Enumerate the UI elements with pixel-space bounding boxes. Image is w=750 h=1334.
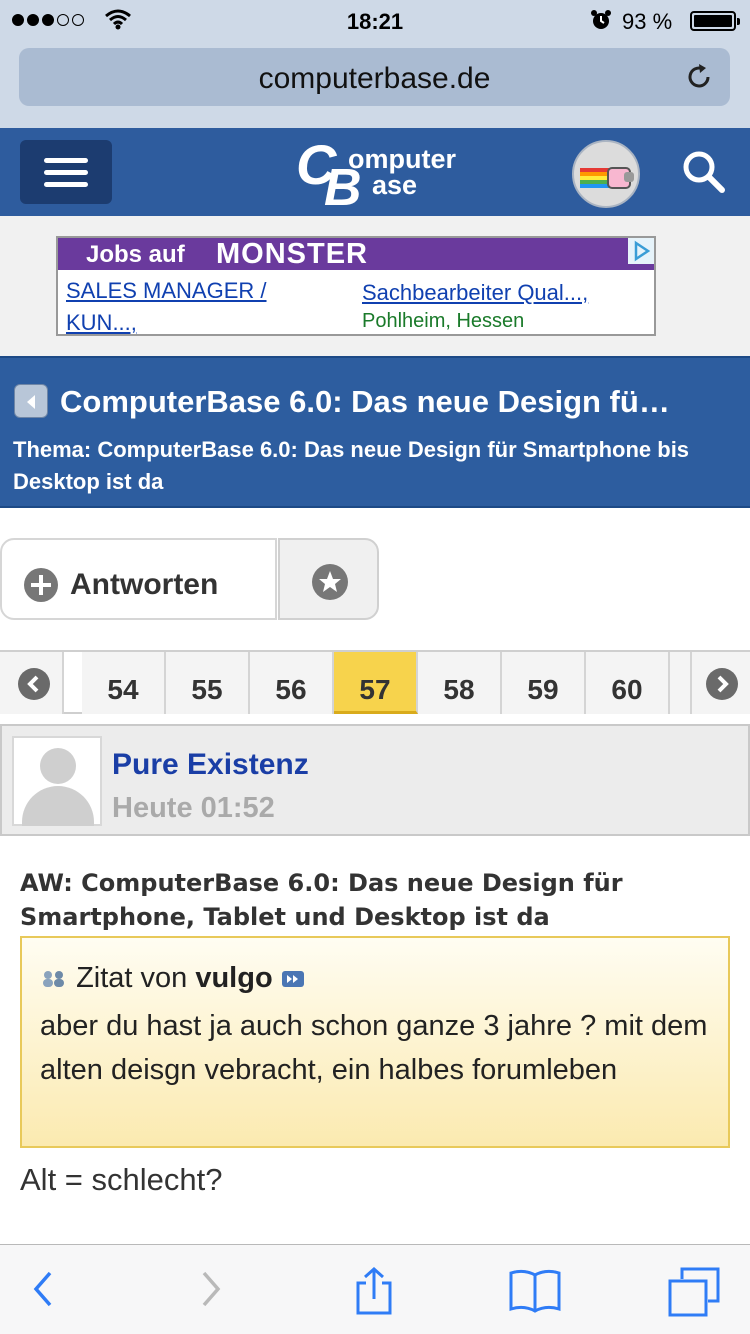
- search-icon[interactable]: [680, 148, 728, 201]
- monster-ad[interactable]: Jobs auf MONSTER SALES MANAGER / KUN...,…: [56, 236, 656, 336]
- menu-button[interactable]: [20, 140, 112, 204]
- ad-zone: Jobs auf MONSTER SALES MANAGER / KUN...,…: [0, 216, 750, 356]
- browser-url-area: computerbase.de: [0, 40, 750, 128]
- page-59[interactable]: 59: [502, 652, 586, 714]
- pagination: 54 55 56 57 58 59 60: [0, 650, 750, 714]
- plus-icon: [24, 568, 58, 602]
- post-body: Alt = schlecht?: [20, 1162, 223, 1197]
- quote-icon: [40, 962, 76, 994]
- reload-icon[interactable]: [684, 62, 714, 97]
- share-icon[interactable]: [352, 1266, 396, 1322]
- battery-percent: 93 %: [622, 9, 673, 34]
- ad-location: Pohlheim, Hessen: [362, 310, 525, 332]
- adchoices-icon[interactable]: [628, 238, 654, 264]
- url-text: computerbase.de: [258, 62, 491, 95]
- ad-banner: Jobs auf MONSTER: [58, 238, 654, 270]
- post-date: Heute 01:52: [112, 792, 275, 824]
- ad-link-sales-manager-cont[interactable]: KUN...,: [66, 310, 137, 336]
- page-56[interactable]: 56: [250, 652, 334, 714]
- address-bar[interactable]: computerbase.de: [19, 48, 730, 106]
- page-58[interactable]: 58: [418, 652, 502, 714]
- reply-button[interactable]: Antworten: [0, 538, 277, 620]
- chevron-left-icon: [18, 668, 50, 700]
- alarm-icon: [590, 9, 612, 36]
- quote-header: Zitat von vulgo: [40, 962, 305, 995]
- user-avatar[interactable]: [572, 140, 640, 208]
- bookmarks-icon[interactable]: [508, 1267, 562, 1320]
- ad-jobs-label: Jobs auf: [86, 241, 185, 268]
- thread-title: ComputerBase 6.0: Das neue Design fü…: [60, 384, 670, 419]
- page-60[interactable]: 60: [586, 652, 670, 714]
- quote-author: vulgo: [195, 962, 273, 994]
- reply-label: Antworten: [70, 568, 219, 601]
- post-title: AW: ComputerBase 6.0: Das neue Design fü…: [20, 869, 623, 931]
- post-author-name[interactable]: Pure Existenz: [112, 748, 309, 782]
- star-icon: [312, 564, 348, 600]
- page-55[interactable]: 55: [166, 652, 250, 714]
- thread-subtitle: Thema: ComputerBase 6.0: Das neue Design…: [13, 437, 690, 494]
- post-author-avatar[interactable]: [12, 736, 102, 826]
- page-54[interactable]: 54: [82, 652, 166, 714]
- view-quote-icon[interactable]: [281, 962, 305, 994]
- quote-block: Zitat von vulgo aber du hast ja auch sch…: [20, 936, 730, 1148]
- forward-icon[interactable]: [196, 1267, 226, 1316]
- prev-page-button[interactable]: [0, 652, 64, 714]
- ad-link-sales-manager[interactable]: SALES MANAGER /: [66, 278, 267, 304]
- favorite-button[interactable]: [278, 538, 379, 620]
- site-header: C B omputer ase: [0, 128, 750, 217]
- post-header: Pure Existenz Heute 01:52: [0, 724, 750, 836]
- next-page-button[interactable]: [690, 652, 750, 714]
- quote-text: aber du hast ja auch schon ganze 3 jahre…: [40, 1010, 708, 1086]
- status-bar: 18:21 93 %: [0, 0, 750, 40]
- site-logo[interactable]: C B omputer ase: [296, 133, 466, 217]
- back-icon[interactable]: [28, 1267, 58, 1316]
- browser-toolbar: [0, 1244, 750, 1334]
- tabs-icon[interactable]: [668, 1267, 720, 1322]
- quote-prefix: Zitat von: [76, 962, 188, 994]
- page-overflow: [670, 652, 690, 714]
- page-57-current[interactable]: 57: [334, 652, 418, 714]
- thread-header: ComputerBase 6.0: Das neue Design fü… Th…: [0, 356, 750, 508]
- ad-link-sachbearbeiter[interactable]: Sachbearbeiter Qual...,: [362, 280, 588, 306]
- back-arrow-icon[interactable]: [14, 384, 48, 418]
- battery-icon: [690, 11, 740, 31]
- chevron-right-icon: [706, 668, 738, 700]
- ad-brand: MONSTER: [216, 238, 368, 270]
